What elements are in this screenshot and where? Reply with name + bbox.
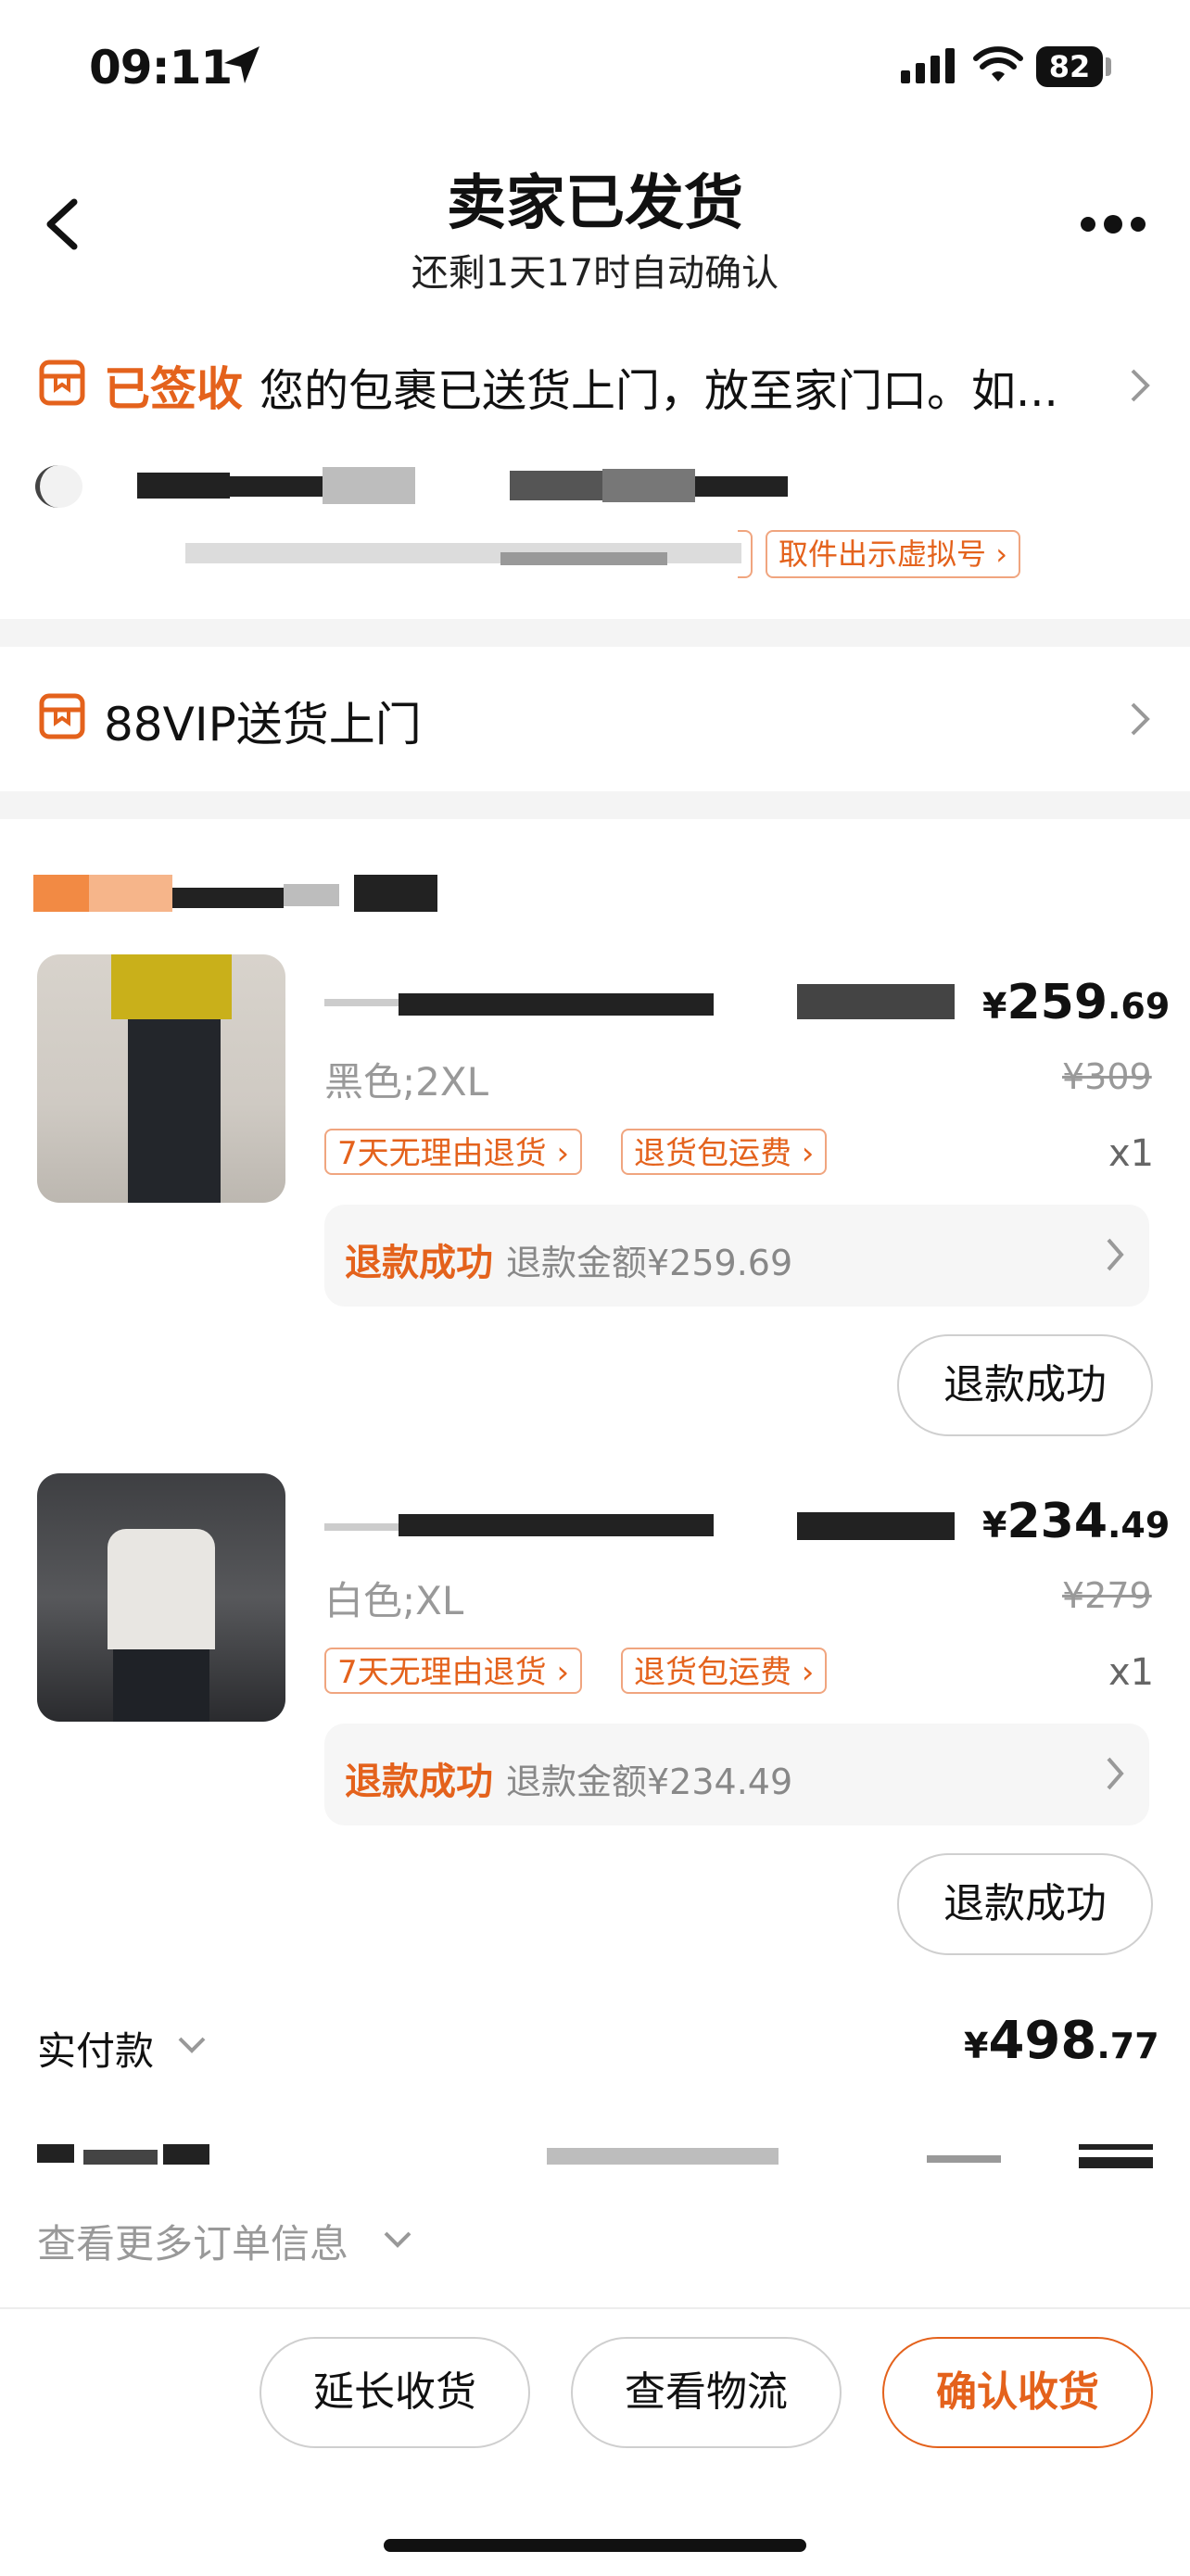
- return-policy-tag[interactable]: 7天无理由退货 ›: [324, 1648, 583, 1694]
- delivery-service-row[interactable]: 88VIP送货上门: [0, 647, 1190, 791]
- battery-indicator: 82: [1036, 46, 1103, 87]
- return-policy-tag[interactable]: 7天无理由退货 ›: [324, 1129, 583, 1175]
- item-quantity: x1: [1108, 1651, 1155, 1694]
- cellular-signal-icon: [901, 48, 955, 83]
- location-arrow-icon: [224, 46, 260, 83]
- price-integer: 259: [1006, 975, 1108, 1030]
- location-pin-icon: [35, 465, 82, 508]
- price-decimal: .69: [1108, 986, 1171, 1027]
- package-icon: [39, 360, 85, 406]
- tag-label: 7天无理由退货: [337, 1135, 547, 1172]
- payment-integer: 498: [988, 2011, 1097, 2071]
- product-image[interactable]: [37, 1473, 285, 1722]
- virtual-number-label: 取件出示虚拟号: [779, 537, 987, 572]
- tag-label: 退货包运费: [634, 1135, 791, 1172]
- extend-receipt-button[interactable]: 延长收货: [260, 2337, 530, 2448]
- original-price: ¥309: [1062, 1056, 1152, 1097]
- wifi-icon: [973, 46, 1023, 82]
- payment-currency: ¥: [964, 2026, 989, 2066]
- bottom-action-bar: 延长收货 查看物流 确认收货: [0, 2307, 1190, 2576]
- return-shipping-tag[interactable]: 退货包运费 ›: [621, 1648, 828, 1694]
- refund-status-row[interactable]: 退款成功 退款金额¥259.69: [324, 1205, 1149, 1307]
- more-order-info-row[interactable]: 查看更多订单信息: [0, 2205, 556, 2270]
- more-info-label: 查看更多订单信息: [37, 2221, 349, 2267]
- battery-tip: [1106, 57, 1111, 76]
- package-icon: [39, 693, 85, 739]
- section-divider: [0, 791, 1190, 819]
- item-quantity: x1: [1108, 1132, 1155, 1175]
- price-currency: ¥: [982, 1505, 1007, 1546]
- tag-label: 退货包运费: [634, 1654, 791, 1691]
- refund-success-button[interactable]: 退款成功: [897, 1853, 1153, 1955]
- refund-amount: 退款金额¥259.69: [506, 1243, 793, 1283]
- price-integer: 234: [1006, 1494, 1108, 1549]
- original-price: ¥279: [1062, 1575, 1152, 1616]
- address-block: 取件出示虚拟号 ›: [0, 454, 1190, 593]
- refund-amount: 退款金额¥234.49: [506, 1762, 793, 1802]
- item-price: ¥259.69: [982, 975, 1170, 1030]
- chevron-right-icon: [1107, 1757, 1124, 1790]
- item-spec: 黑色;2XL: [324, 1059, 489, 1105]
- view-logistics-button[interactable]: 查看物流: [571, 2337, 842, 2448]
- chevron-right-icon: [1131, 702, 1150, 736]
- return-shipping-tag[interactable]: 退货包运费 ›: [621, 1129, 828, 1175]
- price-currency: ¥: [982, 986, 1007, 1027]
- payment-amount: ¥498.77: [964, 2011, 1159, 2071]
- logistics-status: 已签收: [104, 362, 243, 416]
- order-item: ¥234.49 白色;XL ¥279 7天无理由退货 › 退货包运费 › x1 …: [0, 1446, 1190, 1964]
- section-divider: [0, 619, 1190, 647]
- shop-name[interactable]: [33, 871, 460, 914]
- price-decimal: .49: [1108, 1505, 1171, 1546]
- page-title: 卖家已发货: [447, 170, 743, 238]
- payment-row[interactable]: 实付款 ¥498.77: [0, 2001, 1190, 2085]
- chevron-down-icon: [384, 2231, 411, 2248]
- logistics-message: 您的包裹已送货上门，放至家门口。如...: [260, 365, 1058, 417]
- home-indicator[interactable]: [384, 2539, 806, 2552]
- tag-label: 7天无理由退货: [337, 1654, 547, 1691]
- chevron-right-icon: [1131, 369, 1150, 402]
- refund-success-button[interactable]: 退款成功: [897, 1334, 1153, 1436]
- virtual-number-button[interactable]: 取件出示虚拟号 ›: [766, 530, 1020, 578]
- delivery-service-label: 88VIP送货上门: [104, 698, 422, 751]
- refund-status: 退款成功: [345, 1761, 493, 1803]
- product-image[interactable]: [37, 954, 285, 1203]
- order-item: ¥259.69 黑色;2XL ¥309 7天无理由退货 › 退货包运费 › x1…: [0, 927, 1190, 1446]
- confirm-receipt-button[interactable]: 确认收货: [882, 2337, 1153, 2448]
- refund-status: 退款成功: [345, 1242, 493, 1284]
- order-number-row: [0, 2131, 1190, 2187]
- more-options-icon[interactable]: [1079, 213, 1147, 235]
- logistics-row[interactable]: 已签收 您的包裹已送货上门，放至家门口。如...: [0, 343, 1190, 426]
- chevron-down-icon: [178, 2037, 206, 2053]
- payment-label: 实付款: [37, 2028, 155, 2074]
- chevron-right-icon: [1107, 1238, 1124, 1271]
- status-time: 09:11: [89, 41, 233, 95]
- item-price: ¥234.49: [982, 1494, 1170, 1549]
- auto-confirm-countdown: 还剩1天17时自动确认: [411, 252, 779, 295]
- payment-decimal: .77: [1096, 2026, 1159, 2066]
- item-spec: 白色;XL: [324, 1578, 464, 1623]
- refund-status-row[interactable]: 退款成功 退款金额¥234.49: [324, 1724, 1149, 1825]
